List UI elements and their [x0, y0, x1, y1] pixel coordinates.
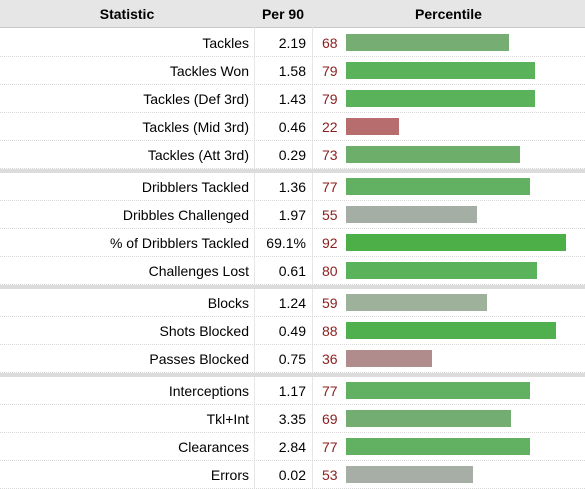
per90-value: 1.36 [278, 179, 306, 195]
percentile-bar [346, 118, 399, 135]
percentile-value: 88 [322, 323, 338, 339]
per90-value: 0.46 [278, 119, 306, 135]
stat-label: Dribblers Tackled [141, 179, 249, 195]
per90-value: 2.19 [278, 35, 306, 51]
stat-label: Blocks [207, 295, 249, 311]
stat-label: Tackles [202, 35, 249, 51]
per90-value: 0.29 [278, 147, 306, 163]
percentile-value: 36 [322, 351, 338, 367]
table-row: Dribblers Tackled 1.36 77 [0, 173, 585, 201]
percentile-value: 79 [322, 91, 338, 107]
per90-value: 0.02 [278, 467, 306, 483]
defense-stats-table: Statistic Per 90 Percentile Tackles 2.19 6… [0, 0, 585, 489]
percentile-value: 79 [322, 63, 338, 79]
table-row: Tkl+Int 3.35 69 [0, 405, 585, 433]
stat-label: Tackles (Mid 3rd) [142, 119, 249, 135]
percentile-bar [346, 62, 535, 79]
percentile-value: 77 [322, 439, 338, 455]
per90-value: 1.24 [278, 295, 306, 311]
per90-value: 2.84 [278, 439, 306, 455]
per90-value: 3.35 [278, 411, 306, 427]
stat-label: Challenges Lost [148, 263, 249, 279]
percentile-bar [346, 146, 520, 163]
table-row: Tackles 2.19 68 [0, 29, 585, 57]
header-statistic[interactable]: Statistic [0, 0, 254, 28]
percentile-value: 80 [322, 263, 338, 279]
percentile-bar [346, 34, 509, 51]
percentile-value: 53 [322, 467, 338, 483]
table-row: Tackles (Mid 3rd) 0.46 22 [0, 113, 585, 141]
percentile-value: 77 [322, 383, 338, 399]
per90-value: 0.61 [278, 263, 306, 279]
stat-label: Tackles (Att 3rd) [147, 147, 249, 163]
percentile-bar [346, 410, 511, 427]
percentile-bar [346, 90, 535, 107]
stat-label: Shots Blocked [159, 323, 250, 339]
table-row: Interceptions 1.17 77 [0, 377, 585, 405]
percentile-value: 22 [322, 119, 338, 135]
percentile-bar [346, 350, 432, 367]
percentile-value: 68 [322, 35, 338, 51]
table-row: Shots Blocked 0.49 88 [0, 317, 585, 345]
stat-label: % of Dribblers Tackled [109, 235, 249, 251]
stat-label: Tkl+Int [206, 411, 249, 427]
percentile-bar [346, 262, 537, 279]
percentile-bar [346, 206, 477, 223]
per90-value: 1.17 [278, 383, 306, 399]
table-row: Tackles Won 1.58 79 [0, 57, 585, 85]
table-row: Clearances 2.84 77 [0, 433, 585, 461]
percentile-value: 59 [322, 295, 338, 311]
percentile-bar [346, 322, 556, 339]
per90-value: 69.1% [266, 235, 306, 251]
stat-label: Tackles Won [169, 63, 249, 79]
per90-value: 1.43 [278, 91, 306, 107]
stat-label: Tackles (Def 3rd) [143, 91, 249, 107]
percentile-value: 69 [322, 411, 338, 427]
percentile-bar [346, 382, 530, 399]
table-row: Challenges Lost 0.61 80 [0, 257, 585, 285]
percentile-value: 55 [322, 207, 338, 223]
stat-label: Clearances [178, 439, 249, 455]
table-header: Statistic Per 90 Percentile [0, 0, 585, 28]
per90-value: 0.49 [278, 323, 306, 339]
per90-value: 1.58 [278, 63, 306, 79]
per90-value: 0.75 [278, 351, 306, 367]
stat-label: Passes Blocked [149, 351, 249, 367]
percentile-bar [346, 466, 473, 483]
percentile-bar [346, 294, 487, 311]
percentile-bar [346, 178, 530, 195]
header-per90[interactable]: Per 90 [254, 0, 312, 28]
table-row: % of Dribblers Tackled 69.1% 92 [0, 229, 585, 257]
stat-label: Errors [210, 467, 249, 483]
table-row: Tackles (Def 3rd) 1.43 79 [0, 85, 585, 113]
per90-value: 1.97 [278, 207, 306, 223]
table-row: Tackles (Att 3rd) 0.29 73 [0, 141, 585, 169]
percentile-bar [346, 234, 566, 251]
stat-label: Dribbles Challenged [122, 207, 249, 223]
table-row: Errors 0.02 53 [0, 461, 585, 489]
stat-label: Interceptions [168, 383, 249, 399]
percentile-value: 77 [322, 179, 338, 195]
table-row: Blocks 1.24 59 [0, 289, 585, 317]
percentile-value: 73 [322, 147, 338, 163]
percentile-bar [346, 438, 530, 455]
table-row: Passes Blocked 0.75 36 [0, 345, 585, 373]
percentile-value: 92 [322, 235, 338, 251]
header-percentile[interactable]: Percentile [312, 0, 585, 28]
table-row: Dribbles Challenged 1.97 55 [0, 201, 585, 229]
